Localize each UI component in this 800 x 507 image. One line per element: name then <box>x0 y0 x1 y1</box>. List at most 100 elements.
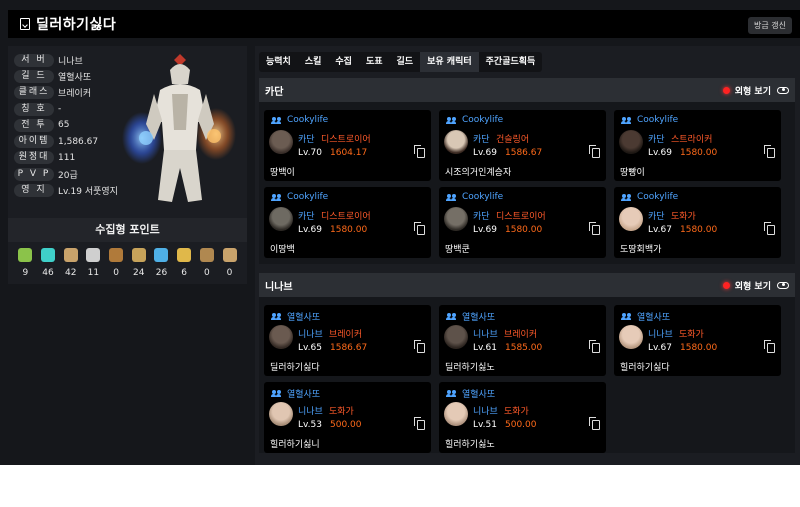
character-card[interactable]: 열혈사또 니나브 도화가 Lv.67 1580.00 힐러하기싫다 <box>614 305 781 376</box>
card-guild: 열혈사또 <box>271 387 320 400</box>
card-class: 도화가 <box>671 212 696 222</box>
copy-icon[interactable] <box>764 340 775 353</box>
collect-point-item[interactable]: 26 <box>151 248 171 278</box>
copy-icon[interactable] <box>589 145 600 158</box>
tab-collection[interactable]: 수집 <box>328 52 359 72</box>
world-tree-leaf-icon <box>154 248 169 262</box>
card-guild: 열혈사또 <box>446 310 495 323</box>
card-item-level: 1585.00 <box>505 343 543 353</box>
copy-icon[interactable] <box>589 340 600 353</box>
card-server: 니나브 <box>298 407 323 417</box>
profile-label: 전 투 <box>14 118 54 132</box>
card-class: 디스트로이어 <box>496 212 546 222</box>
card-class: 브레이커 <box>329 330 363 340</box>
card-level: Lv.70 <box>298 148 322 158</box>
toggle-icon[interactable] <box>777 86 789 94</box>
card-character-name: 땅백이 <box>270 168 295 178</box>
card-server: 카단 <box>648 212 665 222</box>
refresh-button[interactable]: 방금 갱신 <box>748 17 792 34</box>
card-item-level: 500.00 <box>330 420 362 430</box>
copy-icon[interactable] <box>589 222 600 235</box>
tab-skills[interactable]: 스킬 <box>298 52 329 72</box>
guild-name: Cookylife <box>637 115 679 125</box>
character-card[interactable]: Cookylife 카단 디스트로이어 Lv.69 1580.00 이땅백 <box>264 187 431 258</box>
tab-guild[interactable]: 길드 <box>390 52 421 72</box>
people-icon <box>621 313 632 320</box>
copy-icon[interactable] <box>414 417 425 430</box>
copy-icon[interactable] <box>764 222 775 235</box>
guild-name: Cookylife <box>287 115 329 125</box>
copy-icon[interactable] <box>414 222 425 235</box>
card-class: 스트라이커 <box>671 135 713 145</box>
tab-stats[interactable]: 능력치 <box>259 52 298 72</box>
copy-icon[interactable] <box>764 145 775 158</box>
card-guild: Cookylife <box>621 115 678 125</box>
character-portrait <box>269 207 293 231</box>
profile-value: Lv.19 서풋영지 <box>58 187 118 198</box>
card-level: Lv.51 <box>473 420 497 430</box>
look-toggle[interactable]: 외형 보기 <box>722 84 789 97</box>
collect-point-item[interactable]: 11 <box>83 248 103 278</box>
people-icon <box>446 313 457 320</box>
card-server: 니나브 <box>298 330 323 340</box>
profile-label: 서 버 <box>14 53 54 67</box>
main-panel: 능력치 스킬 수집 도표 길드 보유 캐릭터 주간골드획득 카단 외형 보기 Cookylife… <box>255 46 800 465</box>
card-class: 도화가 <box>329 407 354 417</box>
card-class: 도화가 <box>679 330 704 340</box>
card-character-name: 딜러하기싫노 <box>445 363 495 373</box>
character-portrait <box>444 325 468 349</box>
collect-point-item[interactable]: 42 <box>61 248 81 278</box>
collect-point-item[interactable]: 6 <box>174 248 194 278</box>
collect-point-item[interactable]: 46 <box>38 248 58 278</box>
orchestra-icon <box>199 248 214 262</box>
profile-value: 1,586.67 <box>58 136 99 147</box>
character-card[interactable]: Cookylife 카단 도화가 Lv.67 1580.00 도땅회백가 <box>614 187 781 258</box>
tab-chart[interactable]: 도표 <box>359 52 390 72</box>
character-card[interactable]: Cookylife 카단 디스트로이어 Lv.70 1604.17 땅백이 <box>264 110 431 181</box>
mokoko-seed-icon <box>18 248 33 262</box>
bookmark-icon[interactable] <box>20 18 30 30</box>
collect-point-item[interactable]: 0 <box>197 248 217 278</box>
collect-point-item[interactable]: 0 <box>220 248 240 278</box>
character-card[interactable]: 열혈사또 니나브 도화가 Lv.51 500.00 힐러하기싫노 <box>439 382 606 453</box>
character-portrait <box>444 402 468 426</box>
profile-label: 클래스 <box>14 86 54 100</box>
character-card[interactable]: Cookylife 카단 스트라이커 Lv.69 1580.00 땅빵이 <box>614 110 781 181</box>
character-name: 딜러하기싫다 <box>36 17 117 33</box>
card-class: 디스트로이어 <box>321 212 371 222</box>
collect-point-item[interactable]: 24 <box>129 248 149 278</box>
card-character-name: 힐러하기싫다 <box>620 363 670 373</box>
tab-owned-characters[interactable]: 보유 캐릭터 <box>420 52 479 72</box>
look-label: 외형 보기 <box>734 281 771 292</box>
card-character-name: 시조의거인계승자 <box>445 168 512 178</box>
character-card[interactable]: 열혈사또 니나브 도화가 Lv.53 500.00 힐러하기싫니 <box>264 382 431 453</box>
guild-name: 열혈사또 <box>462 313 496 323</box>
tab-weekly-gold[interactable]: 주간골드획득 <box>479 52 543 72</box>
character-portrait <box>444 207 468 231</box>
collect-point-item[interactable]: 0 <box>106 248 126 278</box>
card-character-name: 힐러하기싫노 <box>445 440 495 450</box>
character-card[interactable]: Cookylife 카단 디스트로이어 Lv.69 1580.00 땅백쿤 <box>439 187 606 258</box>
copy-icon[interactable] <box>589 417 600 430</box>
card-item-level: 1586.67 <box>330 343 368 353</box>
collect-point-item[interactable]: 9 <box>15 248 35 278</box>
copy-icon[interactable] <box>414 145 425 158</box>
copy-icon[interactable] <box>414 340 425 353</box>
card-level: Lv.61 <box>473 343 497 353</box>
ignea-token-icon <box>86 248 101 262</box>
collect-point-value: 24 <box>133 268 145 278</box>
card-character-name: 딜러하기싫다 <box>270 363 320 373</box>
character-card[interactable]: 열혈사또 니나브 브레이커 Lv.65 1586.67 딜러하기싫다 <box>264 305 431 376</box>
guild-name: Cookylife <box>462 115 504 125</box>
card-item-level: 1580.00 <box>680 343 718 353</box>
card-server: 카단 <box>473 135 490 145</box>
look-toggle[interactable]: 외형 보기 <box>722 279 789 292</box>
character-portrait <box>619 325 643 349</box>
character-card[interactable]: 열혈사또 니나브 브레이커 Lv.61 1585.00 딜러하기싫노 <box>439 305 606 376</box>
character-card[interactable]: Cookylife 카단 건슬링어 Lv.69 1586.67 시조의거인계승자 <box>439 110 606 181</box>
character-portrait <box>444 130 468 154</box>
toggle-icon[interactable] <box>777 281 789 289</box>
card-item-level: 1580.00 <box>680 148 718 158</box>
server-section: 니나브 외형 보기 열혈사또 니나브 브레이커 Lv.65 1586.67 딜러하기싫다 열혈사… <box>259 273 795 453</box>
server-section: 카단 외형 보기 Cookylife 카단 디스트로이어 Lv.70 1604.17 땅백이 C… <box>259 78 795 264</box>
